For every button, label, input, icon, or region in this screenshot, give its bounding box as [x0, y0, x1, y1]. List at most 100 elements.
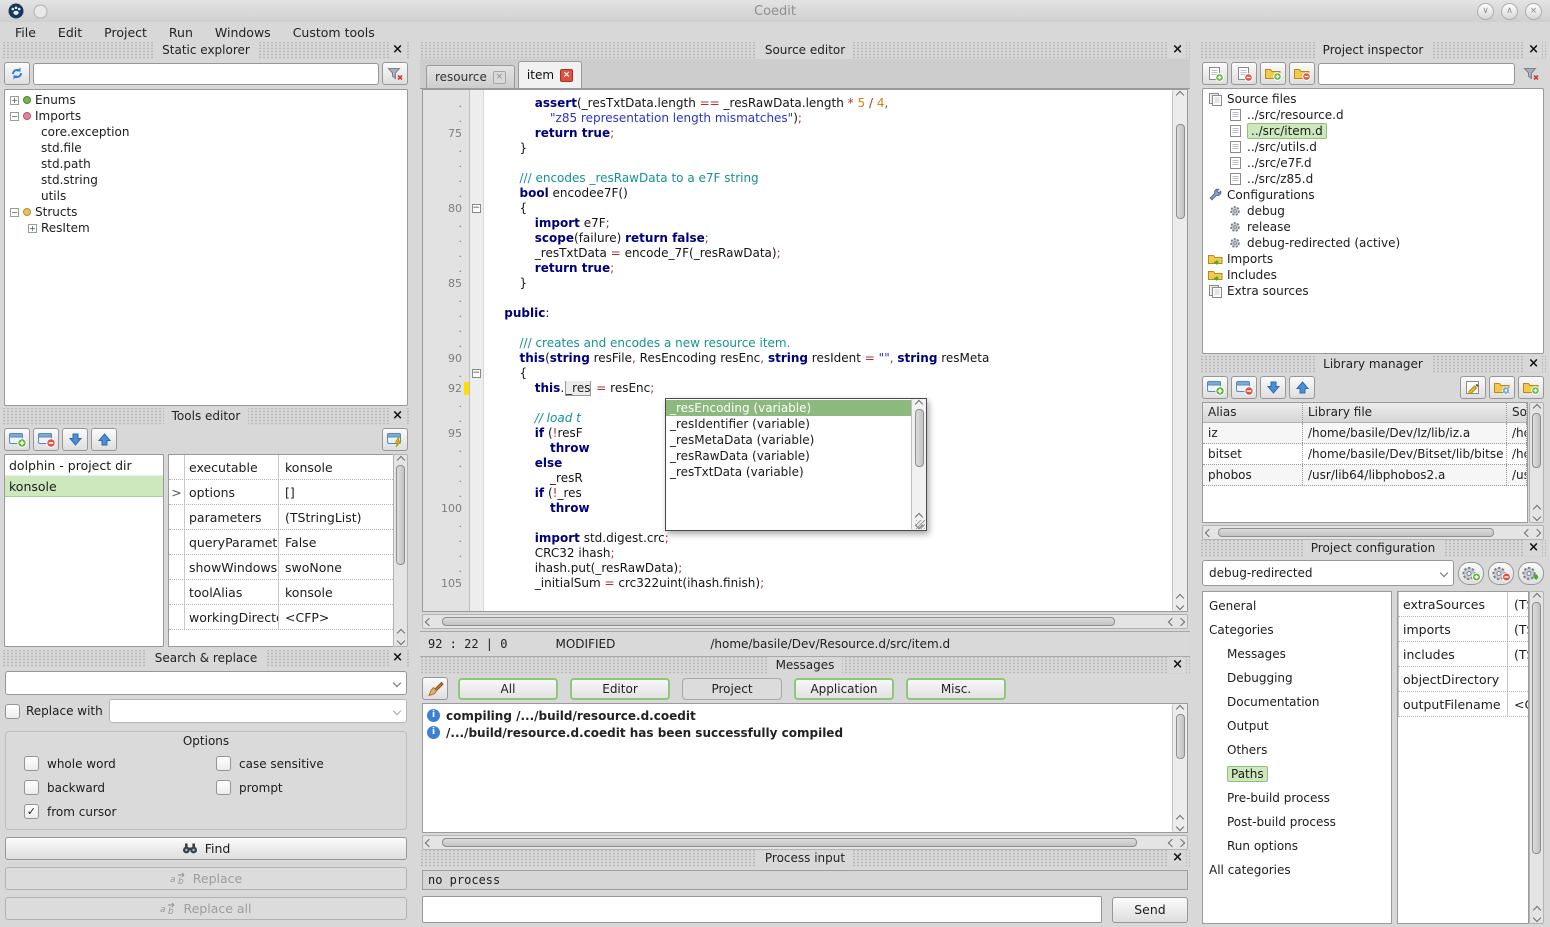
project-tree-item[interactable]: debug — [1203, 203, 1543, 219]
process-input-field[interactable] — [422, 896, 1102, 923]
completion-item[interactable]: _resTxtData (variable) — [666, 464, 911, 480]
add-library-button[interactable] — [1202, 376, 1228, 399]
filter-button-application[interactable]: Application — [794, 678, 894, 700]
tab-item[interactable]: item× — [518, 61, 582, 88]
tree-item[interactable]: core.exception — [5, 124, 407, 140]
tools-editor-close-icon[interactable]: × — [389, 408, 406, 424]
column-header[interactable]: Sources — [1507, 403, 1527, 422]
table-row[interactable]: phobos/usr/lib64/libphobos2.a/us — [1203, 465, 1527, 486]
property-row[interactable]: imports(TStringList) — [1398, 617, 1528, 642]
property-value[interactable]: (TStringList) — [279, 510, 393, 525]
messages-horizontal-scrollbar[interactable] — [422, 835, 1188, 850]
maximize-button[interactable]: ∧ — [1501, 3, 1518, 20]
project-tree-item[interactable]: Includes — [1203, 267, 1543, 283]
property-value[interactable]: (TStringList) — [1508, 597, 1528, 612]
code-editor[interactable]: . assert(_resTxtData.length == _resRawDa… — [422, 89, 1188, 612]
menu-project[interactable]: Project — [93, 25, 158, 40]
property-row[interactable]: parameters(TStringList) — [169, 505, 393, 530]
property-value[interactable]: (TStringList) — [1508, 622, 1528, 637]
find-button[interactable]: Find — [5, 837, 407, 860]
case-sensitive-checkbox[interactable] — [216, 756, 231, 771]
property-value[interactable]: konsole — [279, 460, 393, 475]
static-explorer-close-icon[interactable]: × — [389, 42, 406, 58]
filter-button-project[interactable]: Project — [682, 678, 782, 700]
move-library-up-button[interactable] — [1289, 376, 1315, 399]
prompt-checkbox[interactable] — [216, 780, 231, 795]
menu-file[interactable]: File — [4, 25, 47, 40]
menu-custom-tools[interactable]: Custom tools — [282, 25, 386, 40]
code-line[interactable]: . import e7F; — [423, 216, 1172, 231]
message-entry[interactable]: i/.../build/resource.d.coedit has been s… — [427, 724, 1168, 741]
clone-configuration-button[interactable] — [1518, 562, 1544, 585]
completion-scrollbar[interactable] — [911, 399, 926, 530]
category-item[interactable]: Post-build process — [1203, 810, 1391, 834]
project-tree-item[interactable]: debug-redirected (active) — [1203, 235, 1543, 251]
add-tool-button[interactable] — [4, 428, 30, 451]
fold-collapse-icon[interactable]: − — [472, 369, 481, 378]
expander-icon[interactable]: + — [28, 224, 37, 233]
property-value[interactable]: False — [279, 535, 393, 550]
tree-item[interactable]: std.path — [5, 156, 407, 172]
project-inspector-filter-input[interactable] — [1318, 63, 1515, 85]
static-explorer-filter-button[interactable] — [382, 62, 408, 85]
code-line[interactable]: . scope(failure) return false; — [423, 231, 1172, 246]
code-line[interactable]: . /// encodes _resRawData to a e7F strin… — [423, 171, 1172, 186]
messages-vertical-scrollbar[interactable] — [1172, 704, 1187, 832]
clear-messages-button[interactable] — [422, 677, 448, 700]
project-tree-item[interactable]: Imports — [1203, 251, 1543, 267]
property-row[interactable]: workingDirectory<CFP> — [169, 605, 393, 630]
search-term-combobox[interactable] — [5, 671, 407, 695]
tree-item[interactable]: −Structs — [5, 204, 407, 220]
code-line[interactable]: . — [423, 156, 1172, 171]
code-line[interactable]: . bool encodee7F() — [423, 186, 1172, 201]
code-line[interactable]: 75 return true; — [423, 126, 1172, 141]
resize-grip[interactable] — [916, 520, 925, 529]
add-folder-button[interactable] — [1260, 62, 1286, 85]
filter-button-editor[interactable]: Editor — [570, 678, 670, 700]
whole-word-checkbox[interactable] — [24, 756, 39, 771]
editor-horizontal-scrollbar[interactable] — [422, 614, 1188, 629]
tree-item[interactable]: utils — [5, 188, 407, 204]
property-row[interactable]: extraSources(TStringList) — [1398, 592, 1528, 617]
remove-folder-button[interactable] — [1289, 62, 1315, 85]
editor-vertical-scrollbar[interactable] — [1172, 90, 1187, 611]
table-row[interactable]: bitset/home/basile/Dev/Bitset/lib/bitse/… — [1203, 444, 1527, 465]
category-item[interactable]: Paths — [1203, 762, 1391, 786]
move-tool-up-button[interactable] — [91, 428, 117, 451]
replace-with-checkbox[interactable] — [5, 704, 20, 719]
property-row[interactable]: includes(TStringList) — [1398, 642, 1528, 667]
remove-tool-button[interactable] — [33, 428, 59, 451]
property-row[interactable]: queryParametersFalse — [169, 530, 393, 555]
edit-library-button[interactable] — [1460, 376, 1486, 399]
library-manager-close-icon[interactable]: × — [1525, 356, 1542, 372]
property-row[interactable]: objectDirectory — [1398, 667, 1528, 692]
code-line[interactable]: . assert(_resTxtData.length == _resRawDa… — [423, 96, 1172, 111]
project-tree-item[interactable]: ../src/z85.d — [1203, 171, 1543, 187]
replace-all-button[interactable]: ab Replace all — [5, 897, 407, 920]
tool-list-item[interactable]: dolphin - project dir — [5, 455, 163, 476]
code-line[interactable]: . /// creates and encodes a new resource… — [423, 336, 1172, 351]
code-line[interactable]: . CRC32 ihash; — [423, 546, 1172, 561]
filter-button-misc[interactable]: Misc. — [906, 678, 1006, 700]
add-configuration-button[interactable] — [1458, 562, 1484, 585]
code-line[interactable]: . } — [423, 141, 1172, 156]
replace-button[interactable]: ab Replace — [5, 867, 407, 890]
tree-item[interactable]: std.file — [5, 140, 407, 156]
project-tree-item[interactable]: ../src/e7F.d — [1203, 155, 1543, 171]
move-library-down-button[interactable] — [1260, 376, 1286, 399]
category-item[interactable]: General — [1203, 594, 1391, 618]
category-item[interactable]: Output — [1203, 714, 1391, 738]
tree-item[interactable]: +ResItem — [5, 220, 407, 236]
property-row[interactable]: executablekonsole — [169, 455, 393, 480]
property-value[interactable]: konsole — [279, 585, 393, 600]
property-row[interactable]: toolAliaskonsole — [169, 580, 393, 605]
project-tree-item[interactable]: Source files — [1203, 91, 1543, 107]
filter-button-all[interactable]: All — [458, 678, 558, 700]
project-configuration-close-icon[interactable]: × — [1525, 540, 1542, 556]
code-line[interactable]: 105 _initialSum = crc322uint(ihash.finis… — [423, 576, 1172, 591]
category-item[interactable]: Others — [1203, 738, 1391, 762]
menu-windows[interactable]: Windows — [204, 25, 282, 40]
fold-margin[interactable]: − — [469, 201, 483, 216]
tab-close-icon[interactable]: × — [560, 69, 573, 82]
message-entry[interactable]: icompiling /.../build/resource.d.coedit — [427, 707, 1168, 724]
